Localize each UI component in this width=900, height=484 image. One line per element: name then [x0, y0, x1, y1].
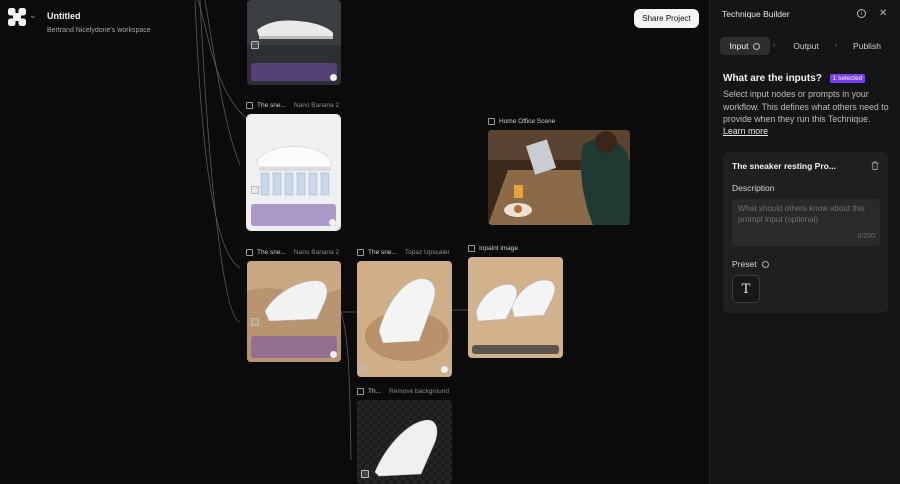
character-count: 0/200	[857, 233, 875, 240]
tab-label: Input	[729, 41, 749, 51]
preset-label-row: Preset	[732, 259, 769, 269]
preset-label: Preset	[732, 259, 757, 269]
tab-output[interactable]: Output	[785, 37, 827, 55]
prompt-caption	[251, 336, 337, 358]
description-textarea[interactable]: What should others know about this promp…	[732, 199, 880, 246]
input-config-card: The sneaker resting Pro... Description W…	[723, 152, 888, 313]
sneakers-pair-image	[468, 257, 563, 358]
node-model: Topaz Upscaler	[404, 249, 450, 256]
image-node-icon	[246, 102, 253, 109]
node-name: The sne...	[257, 102, 286, 109]
workspace-name: Bertrand Nicelydone's workspace	[47, 27, 151, 34]
technique-builder-panel: Technique Builder i ✕ Input › Output › P…	[709, 0, 900, 484]
node-label[interactable]: Inpaint image	[468, 245, 518, 252]
workflow-canvas[interactable]: ⌄ Untitled Bertrand Nicelydone's workspa…	[0, 0, 710, 484]
node-label[interactable]: The sne... Nano Banana 2	[246, 249, 339, 256]
image-node-icon	[357, 388, 364, 395]
image-thumb-icon	[361, 365, 369, 373]
info-icon[interactable]: i	[857, 9, 866, 18]
node-card-upscaled[interactable]	[357, 261, 452, 377]
home-office-image	[488, 130, 630, 225]
panel-title: Technique Builder	[722, 9, 790, 19]
node-model: Nano Banana 2	[293, 102, 340, 109]
expand-icon[interactable]	[330, 351, 337, 358]
node-model: Nano Banana 2	[293, 249, 340, 256]
node-card-top[interactable]	[247, 0, 341, 85]
expand-icon[interactable]	[441, 366, 448, 373]
input-card-title: The sneaker resting Pro...	[732, 161, 836, 171]
node-card-sand[interactable]	[247, 261, 341, 362]
prompt-caption	[251, 204, 336, 226]
image-thumb-icon	[251, 318, 259, 326]
app-logo-icon[interactable]	[8, 8, 26, 26]
info-icon	[753, 42, 761, 50]
tab-label: Output	[793, 41, 819, 51]
expand-icon[interactable]	[329, 219, 336, 226]
node-label[interactable]: The sne... Topaz Upscaler	[357, 249, 450, 256]
node-label[interactable]: Home Office Scene	[488, 118, 555, 125]
node-card-inpaint[interactable]	[468, 257, 563, 358]
info-icon[interactable]	[761, 260, 769, 268]
node-card-remove-bg[interactable]	[357, 400, 452, 484]
image-node-icon	[357, 249, 364, 256]
image-thumb-icon	[251, 41, 259, 49]
trash-icon[interactable]	[871, 161, 879, 170]
tab-publish[interactable]: Publish	[847, 37, 887, 55]
node-label[interactable]: Th... Remove background	[357, 388, 449, 395]
node-card-home-office[interactable]	[488, 130, 630, 225]
node-name: Inpaint image	[479, 245, 519, 252]
node-name: The sne...	[257, 249, 286, 256]
inputs-description: Select input nodes or prompts in your wo…	[723, 89, 889, 124]
tab-label: Publish	[853, 41, 881, 51]
project-title[interactable]: Untitled	[47, 11, 81, 21]
sneaker-no-background-image	[357, 400, 452, 484]
sneaker-upscaled-image	[357, 261, 452, 377]
tab-input[interactable]: Input	[720, 37, 770, 55]
image-node-icon	[468, 245, 475, 252]
text-preset-button[interactable]: T	[732, 275, 760, 303]
node-label[interactable]: The sne... Nano Banana 2	[246, 102, 339, 109]
inputs-question: What are the inputs?	[723, 73, 822, 84]
image-thumb-icon	[251, 186, 259, 194]
prompt-caption	[251, 63, 337, 81]
chevron-down-icon[interactable]: ⌄	[29, 11, 37, 20]
image-node-icon	[246, 249, 253, 256]
node-name: The sne...	[368, 249, 397, 256]
node-connections	[194, 0, 468, 461]
close-icon[interactable]: ✕	[879, 8, 887, 19]
description-label: Description	[732, 183, 775, 193]
chevron-right-icon: ›	[773, 42, 776, 49]
selected-count-badge: 1 selected	[829, 73, 866, 83]
share-project-button[interactable]: Share Project	[634, 9, 699, 28]
textarea-placeholder: What should others know about this promp…	[738, 204, 865, 224]
prompt-caption	[472, 345, 559, 354]
image-thumb-icon	[361, 470, 369, 478]
chevron-right-icon: ›	[835, 42, 838, 49]
expand-icon[interactable]	[330, 74, 337, 81]
node-card-selected[interactable]	[246, 114, 341, 231]
learn-more-link[interactable]: Learn more	[723, 126, 768, 136]
node-model: Remove background	[389, 388, 449, 395]
image-node-icon	[488, 118, 495, 125]
inputs-heading: What are the inputs? 1 selected	[723, 73, 866, 84]
node-name: Home Office Scene	[499, 118, 556, 125]
node-name: Th...	[368, 388, 382, 395]
